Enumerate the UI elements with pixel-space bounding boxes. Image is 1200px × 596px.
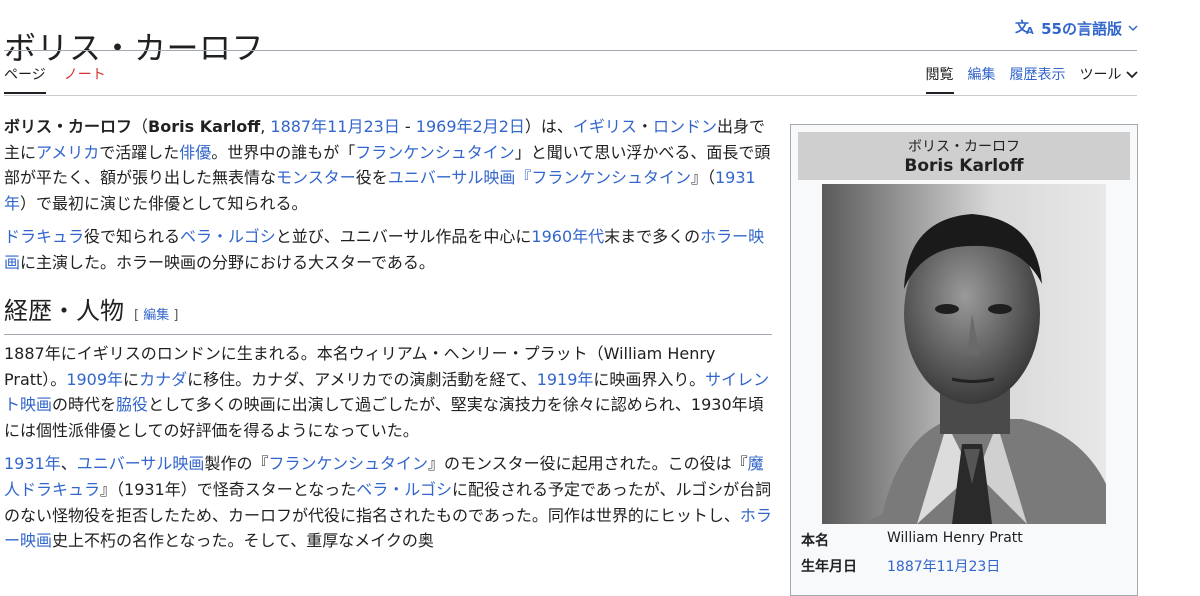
career-paragraph-2: 1931年、ユニバーサル映画製作の『フランケンシュタイン』のモンスター役に起用さ…	[4, 454, 772, 551]
bold-title: ボリス・カーロフ	[4, 117, 133, 136]
section-heading-text: 経歴・人物	[4, 296, 124, 325]
infobox-name-jp: ボリス・カーロフ	[908, 139, 1020, 155]
tab-talk[interactable]: ノート	[64, 64, 106, 94]
link-1960s[interactable]: 1960年代	[531, 227, 604, 246]
link-england[interactable]: イギリス	[573, 117, 637, 136]
link-monster[interactable]: モンスター	[276, 168, 356, 187]
link-birth-date[interactable]: 1887年11月23日	[270, 117, 399, 136]
link-frankenstein[interactable]: フランケンシュタイン	[355, 143, 515, 162]
section-heading: 経歴・人物 [ 編集 ]	[4, 292, 772, 335]
tab-edit[interactable]: 編集	[968, 64, 996, 92]
view-tabs: 閲覧 編集 履歴表示 ツール	[925, 64, 1138, 94]
namespace-tabs: ページ ノート	[4, 64, 106, 94]
infobox-value: William Henry Pratt	[887, 530, 1023, 546]
infobox-key: 生年月日	[801, 559, 857, 575]
section-edit-link[interactable]: [ 編集 ]	[134, 308, 178, 323]
tabs-divider	[4, 95, 1137, 96]
svg-text:A: A	[1026, 26, 1034, 35]
link-universal-pictures[interactable]: ユニバーサル映画	[388, 168, 516, 187]
link-1919[interactable]: 1919年	[537, 370, 594, 389]
infobox-key: 本名	[801, 533, 829, 549]
link-actor[interactable]: 俳優	[179, 143, 211, 162]
page-title: ボリス・カーロフ	[4, 29, 265, 68]
article-body: ボリス・カーロフ（Boris Karloff, 1887年11月23日 - 19…	[4, 114, 772, 562]
link-frankenstein-film[interactable]: 『フランケンシュタイン	[515, 168, 691, 187]
language-selector-button[interactable]: 文 A 55の言語版	[1015, 18, 1138, 39]
lead-paragraph-2: ドラキュラ役で知られるベラ・ルゴシと並び、ユニバーサル作品を中心に1960年代末…	[4, 227, 765, 272]
infobox-header: ボリス・カーロフ Boris Karloff	[798, 132, 1130, 180]
tools-menu[interactable]: ツール	[1080, 64, 1138, 92]
bold-english-name: Boris Karloff	[148, 117, 261, 136]
title-divider	[4, 50, 1137, 51]
link-london[interactable]: ロンドン	[653, 117, 717, 136]
chevron-down-icon	[1126, 71, 1138, 79]
portrait-photo[interactable]	[822, 184, 1106, 524]
article-page: ボリス・カーロフ 文 A 55の言語版 ページ ノート 閲覧 編集 履歴表示 ツ…	[0, 0, 1200, 596]
infobox-value-link[interactable]: 1887年11月23日	[887, 556, 1000, 576]
tab-history[interactable]: 履歴表示	[1010, 64, 1066, 92]
link-frankenstein-b[interactable]: フランケンシュタイン	[268, 454, 428, 473]
link-universal-pictures-b[interactable]: ユニバーサル映画	[77, 454, 205, 473]
link-america[interactable]: アメリカ	[36, 143, 99, 162]
infobox: ボリス・カーロフ Boris Karloff 本名 William Henry …	[790, 124, 1138, 596]
link-canada[interactable]: カナダ	[139, 370, 187, 389]
link-supporting-role[interactable]: 脇役	[116, 395, 148, 414]
link-dracula[interactable]: ドラキュラ	[4, 227, 84, 246]
translate-icon: 文 A	[1015, 19, 1035, 39]
link-bela-lugosi-b[interactable]: ベラ・ルゴシ	[356, 480, 452, 499]
lead-paragraph-1: ボリス・カーロフ（Boris Karloff, 1887年11月23日 - 19…	[4, 117, 771, 213]
tab-page[interactable]: ページ	[4, 64, 46, 94]
chevron-down-icon	[1128, 22, 1138, 35]
career-paragraph-1: 1887年にイギリスのロンドンに生まれる。本名ウィリアム・ヘンリー・プラット（W…	[4, 343, 770, 440]
infobox-name-en: Boris Karloff	[904, 156, 1024, 176]
tab-read[interactable]: 閲覧	[925, 64, 954, 94]
tools-menu-label: ツール	[1079, 67, 1122, 83]
section-edit-label[interactable]: 編集	[143, 308, 169, 323]
link-bela-lugosi[interactable]: ベラ・ルゴシ	[180, 227, 276, 246]
infobox-row: 生年月日 1887年11月23日	[801, 556, 1137, 576]
link-1909[interactable]: 1909年	[66, 370, 123, 389]
language-count-label: 55の言語版	[1041, 20, 1122, 38]
link-1931-b[interactable]: 1931年	[4, 454, 61, 473]
link-death-date[interactable]: 1969年2月2日	[416, 117, 525, 136]
infobox-row: 本名 William Henry Pratt	[801, 530, 1137, 550]
